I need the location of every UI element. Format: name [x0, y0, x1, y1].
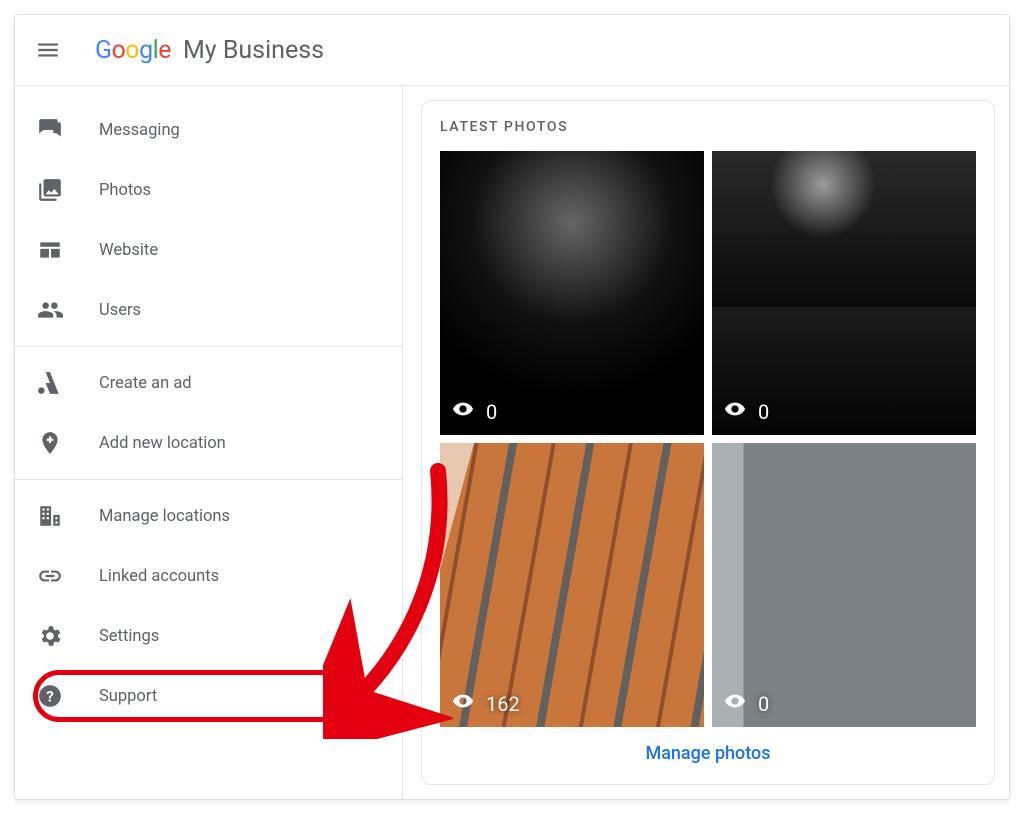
nav-group: Create an ad Add new location: [15, 347, 402, 479]
latest-photos-card: LATEST PHOTOS 0 0: [421, 100, 995, 785]
sidebar-item-manage-locations[interactable]: Manage locations: [15, 486, 402, 546]
nav-label: Website: [99, 241, 158, 260]
svg-text:?: ?: [46, 687, 54, 705]
views-count: 162: [486, 692, 520, 716]
help-icon: ?: [37, 683, 63, 709]
views-count: 0: [758, 400, 769, 424]
buildings-icon: [37, 503, 63, 529]
sidebar-item-messaging[interactable]: Messaging: [15, 100, 402, 160]
ads-icon: [37, 370, 63, 396]
card-title: LATEST PHOTOS: [440, 119, 976, 135]
nav-label: Photos: [99, 181, 151, 200]
nav-label: Create an ad: [99, 374, 192, 393]
views-badge: 0: [724, 398, 769, 425]
main-content: LATEST PHOTOS 0 0: [403, 86, 1009, 799]
google-logo: Google: [95, 36, 171, 65]
eye-icon: [724, 398, 746, 425]
sidebar-item-create-ad[interactable]: Create an ad: [15, 353, 402, 413]
sidebar-item-photos[interactable]: Photos: [15, 160, 402, 220]
main-body: Messaging Photos Website Users: [15, 85, 1009, 799]
views-badge: 0: [452, 398, 497, 425]
brand-logo: Google My Business: [95, 36, 324, 65]
nav-label: Messaging: [99, 121, 180, 140]
eye-icon: [452, 398, 474, 425]
photo-grid: 0 0 162: [440, 151, 976, 727]
chat-icon: [37, 117, 63, 143]
views-count: 0: [486, 400, 497, 424]
nav-group: Manage locations Linked accounts Setting…: [15, 480, 402, 732]
gear-icon: [37, 623, 63, 649]
eye-icon: [724, 690, 746, 717]
users-icon: [37, 297, 63, 323]
sidebar-item-support[interactable]: ? Support: [15, 666, 402, 726]
photo-thumbnail[interactable]: 0: [712, 443, 976, 727]
photo-thumbnail[interactable]: 0: [712, 151, 976, 435]
sidebar-item-add-location[interactable]: Add new location: [15, 413, 402, 473]
link-icon: [37, 563, 63, 589]
nav-label: Linked accounts: [99, 567, 219, 586]
nav-label: Manage locations: [99, 507, 230, 526]
header: Google My Business: [15, 15, 1009, 85]
eye-icon: [452, 690, 474, 717]
nav-label: Add new location: [99, 434, 226, 453]
photo-thumbnail[interactable]: 162: [440, 443, 704, 727]
views-count: 0: [758, 692, 769, 716]
nav-label: Settings: [99, 627, 159, 646]
sidebar-item-users[interactable]: Users: [15, 280, 402, 340]
nav-label: Support: [99, 687, 157, 706]
add-location-icon: [37, 430, 63, 456]
sidebar-item-linked-accounts[interactable]: Linked accounts: [15, 546, 402, 606]
photo-icon: [37, 177, 63, 203]
manage-photos-link[interactable]: Manage photos: [440, 727, 976, 770]
brand-subtitle: My Business: [183, 36, 324, 65]
views-badge: 162: [452, 690, 520, 717]
website-icon: [37, 237, 63, 263]
nav-group: Messaging Photos Website Users: [15, 94, 402, 346]
sidebar-item-settings[interactable]: Settings: [15, 606, 402, 666]
app-window: Google My Business Messaging Photos Webs…: [14, 14, 1010, 800]
views-badge: 0: [724, 690, 769, 717]
photo-thumbnail[interactable]: 0: [440, 151, 704, 435]
hamburger-menu-button[interactable]: [35, 37, 61, 63]
nav-label: Users: [99, 301, 141, 320]
annotation-highlight-ring: [33, 670, 370, 722]
sidebar-item-website[interactable]: Website: [15, 220, 402, 280]
sidebar: Messaging Photos Website Users: [15, 86, 403, 799]
